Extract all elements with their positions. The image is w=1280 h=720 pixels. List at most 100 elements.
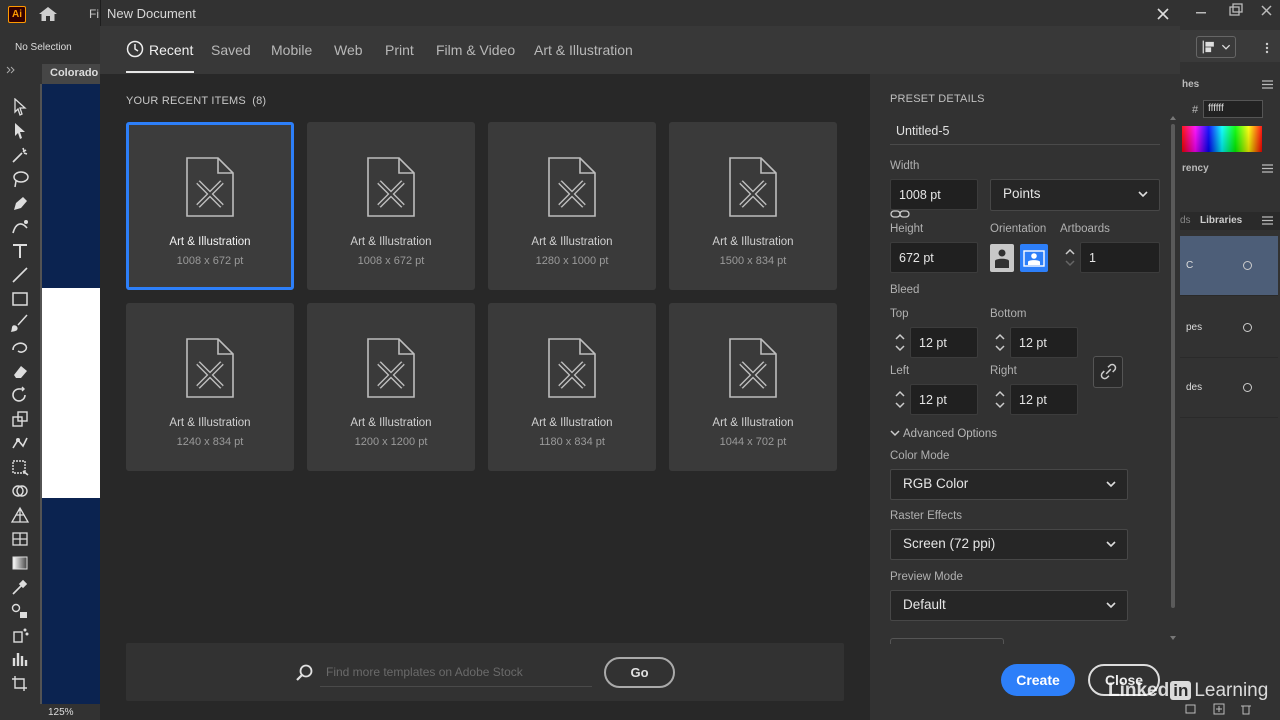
library-footer-icons[interactable]	[1184, 702, 1254, 716]
align-panel-icon[interactable]	[1196, 36, 1236, 58]
dialog-title: New Document	[107, 6, 196, 21]
recent-item-size: 1200 x 1200 pt	[354, 436, 428, 448]
library-row[interactable]: des	[1180, 358, 1278, 418]
window-controls[interactable]	[1188, 2, 1278, 22]
pen-tool-icon[interactable]	[10, 194, 30, 212]
library-row[interactable]: pes	[1180, 298, 1278, 358]
recent-item-card[interactable]: Art & Illustration 1180 x 834 pt	[488, 303, 656, 471]
bleed-right-field[interactable]	[1010, 384, 1078, 415]
artboards-stepper[interactable]	[1060, 242, 1080, 272]
bleed-left-field[interactable]	[910, 384, 978, 415]
lasso-tool-icon[interactable]	[10, 170, 30, 188]
panel-menu-icon[interactable]	[1262, 80, 1273, 89]
close-icon[interactable]	[1153, 3, 1173, 23]
bleed-right-stepper[interactable]	[990, 384, 1010, 414]
bleed-left-stepper[interactable]	[890, 384, 910, 414]
recent-item-card[interactable]: Art & Illustration 1280 x 1000 pt	[488, 122, 656, 290]
tab-film-video[interactable]: Film & Video	[436, 42, 515, 58]
stock-search-input[interactable]	[320, 657, 592, 687]
units-dropdown[interactable]: Points	[990, 179, 1160, 211]
column-graph-tool-icon[interactable]	[10, 650, 30, 668]
bleed-bottom-stepper[interactable]	[990, 327, 1010, 357]
type-tool-icon[interactable]	[10, 242, 30, 260]
advanced-options-toggle[interactable]: Advanced Options	[890, 428, 997, 440]
home-icon[interactable]	[38, 6, 58, 22]
go-button[interactable]: Go	[604, 657, 675, 688]
selection-tool-icon[interactable]	[10, 98, 30, 116]
tab-mobile[interactable]: Mobile	[271, 42, 312, 58]
recent-item-card[interactable]: Art & Illustration 1008 x 672 pt	[307, 122, 475, 290]
advanced-options-label: Advanced Options	[903, 428, 997, 440]
link-bleed-icon[interactable]	[1093, 356, 1123, 388]
free-transform-tool-icon[interactable]	[10, 458, 30, 476]
transparency-panel-title[interactable]: rency	[1182, 163, 1209, 174]
blend-tool-icon[interactable]	[10, 602, 30, 620]
libraries-tab-inactive[interactable]: ds	[1180, 215, 1191, 226]
more-settings-button[interactable]	[890, 638, 1004, 644]
bleed-bottom-field[interactable]	[1010, 327, 1078, 358]
artboards-field[interactable]	[1080, 242, 1160, 273]
curvature-tool-icon[interactable]	[10, 218, 30, 236]
recent-item-name: Art & Illustration	[531, 236, 613, 248]
eraser-tool-icon[interactable]	[10, 362, 30, 380]
document-tab[interactable]: Colorado	[50, 67, 98, 79]
height-field[interactable]	[890, 242, 978, 273]
panel-menu-icon[interactable]	[1262, 164, 1273, 173]
recent-item-card[interactable]: Art & Illustration 1240 x 834 pt	[126, 303, 294, 471]
bleed-top-stepper[interactable]	[890, 327, 910, 357]
rectangle-tool-icon[interactable]	[10, 290, 30, 308]
color-spectrum[interactable]	[1182, 126, 1262, 152]
eyedropper-tool-icon[interactable]	[10, 578, 30, 596]
scale-tool-icon[interactable]	[10, 410, 30, 428]
direct-selection-tool-icon[interactable]	[10, 122, 30, 140]
tab-recent[interactable]: Recent	[149, 42, 193, 58]
tab-web[interactable]: Web	[334, 42, 363, 58]
portrait-orientation-icon[interactable]	[990, 244, 1014, 272]
puppet-warp-tool-icon[interactable]	[10, 434, 30, 452]
mesh-tool-icon[interactable]	[10, 530, 30, 548]
circle-icon[interactable]	[1243, 383, 1252, 392]
bleed-top-field[interactable]	[910, 327, 978, 358]
perspective-grid-tool-icon[interactable]	[10, 506, 30, 524]
collapse-panel-icon[interactable]	[6, 66, 16, 74]
preview-mode-dropdown[interactable]: Default	[890, 590, 1128, 621]
circle-icon[interactable]	[1243, 323, 1252, 332]
panel-menu-icon[interactable]	[1262, 216, 1273, 225]
recent-item-card[interactable]: Art & Illustration 1200 x 1200 pt	[307, 303, 475, 471]
swatches-panel-title[interactable]: hes	[1182, 79, 1199, 90]
paintbrush-tool-icon[interactable]	[10, 314, 30, 332]
raster-effects-dropdown[interactable]: Screen (72 ppi)	[890, 529, 1128, 560]
artboard-tool-icon[interactable]	[10, 674, 30, 692]
recent-item-card[interactable]: Art & Illustration 1044 x 702 pt	[669, 303, 837, 471]
shape-builder-tool-icon[interactable]	[10, 482, 30, 500]
create-button[interactable]: Create	[1001, 664, 1075, 696]
preset-scrollbar[interactable]	[1169, 114, 1177, 644]
line-tool-icon[interactable]	[10, 266, 30, 284]
illustrator-logo: Ai	[8, 6, 26, 23]
recent-item-card[interactable]: Art & Illustration 1500 x 834 pt	[669, 122, 837, 290]
hex-color-field[interactable]: ffffff	[1203, 100, 1263, 118]
recent-item-card[interactable]: Art & Illustration 1008 x 672 pt	[126, 122, 294, 290]
landscape-orientation-icon[interactable]	[1020, 244, 1048, 272]
link-dimensions-icon[interactable]	[890, 209, 912, 219]
color-mode-dropdown[interactable]: RGB Color	[890, 469, 1128, 500]
circle-icon[interactable]	[1243, 261, 1252, 270]
recent-item-size: 1280 x 1000 pt	[535, 255, 609, 267]
document-name-field[interactable]	[890, 117, 1160, 145]
library-row[interactable]: C	[1180, 236, 1278, 296]
file-menu[interactable]: Fi	[89, 7, 99, 21]
zoom-level[interactable]: 125%	[48, 707, 74, 718]
width-field[interactable]	[890, 179, 978, 210]
gradient-tool-icon[interactable]	[10, 554, 30, 572]
rotate-tool-icon[interactable]	[10, 386, 30, 404]
document-icon	[548, 338, 596, 398]
recent-item-name: Art & Illustration	[350, 417, 432, 429]
magic-wand-icon[interactable]	[10, 146, 30, 164]
tab-print[interactable]: Print	[385, 42, 414, 58]
tab-saved[interactable]: Saved	[211, 42, 251, 58]
panel-menu-icon[interactable]	[1262, 42, 1272, 54]
symbol-sprayer-tool-icon[interactable]	[10, 626, 30, 644]
shaper-tool-icon[interactable]	[10, 338, 30, 356]
tab-art-illustration[interactable]: Art & Illustration	[534, 42, 633, 58]
libraries-tab[interactable]: Libraries	[1200, 215, 1242, 226]
